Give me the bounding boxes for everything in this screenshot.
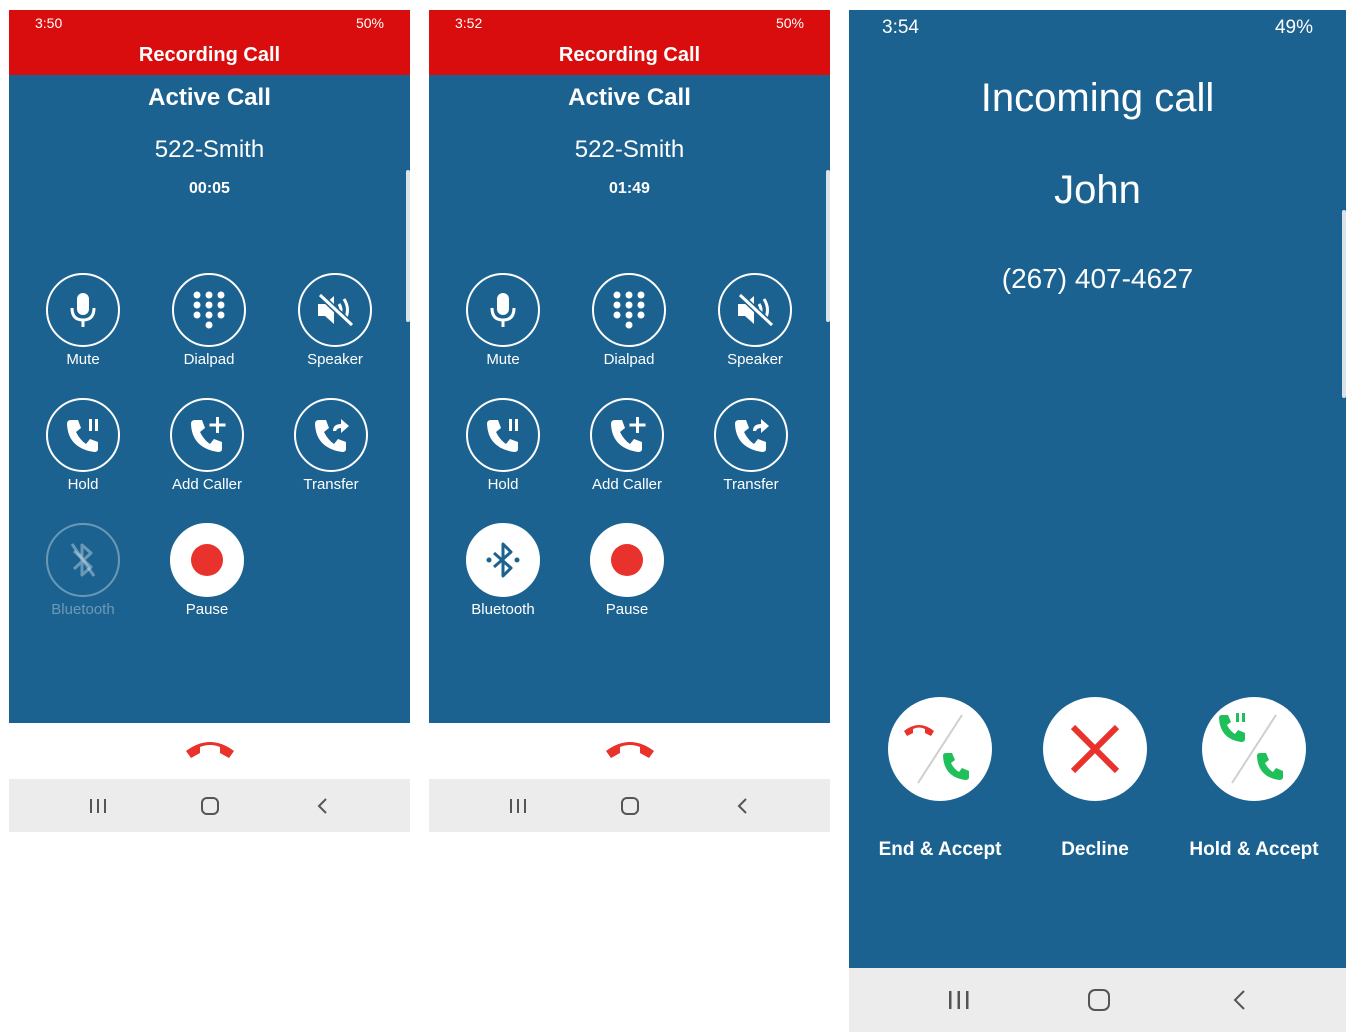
page-title: Active Call — [148, 84, 271, 111]
incoming-call-screen: 3:54 49% Incoming call John (267) 407-46… — [849, 10, 1346, 1032]
hold-button[interactable]: Hold — [443, 398, 563, 493]
hold-accept-button[interactable]: Hold & Accept — [1179, 697, 1329, 861]
dialpad-label: Dialpad — [183, 351, 235, 368]
microphone-icon — [70, 293, 96, 327]
mute-label: Mute — [66, 351, 100, 368]
bluetooth-label: Bluetooth — [471, 601, 535, 618]
bluetooth-icon — [70, 543, 96, 577]
page-title: Incoming call — [980, 76, 1215, 120]
recents-icon[interactable] — [948, 990, 970, 1010]
transfer-label: Transfer — [723, 476, 779, 493]
system-nav-bar — [9, 779, 410, 832]
speaker-muted-icon — [317, 292, 355, 328]
active-call-screen-2: 3:52 50% Recording Call Active Call 522-… — [429, 10, 830, 832]
phone-hold-icon — [67, 419, 98, 452]
home-icon[interactable] — [200, 796, 220, 816]
status-bar: 3:54 49% — [849, 10, 1346, 38]
back-icon[interactable] — [736, 797, 748, 815]
transfer-button[interactable]: Transfer — [691, 398, 811, 493]
system-nav-bar — [849, 968, 1346, 1032]
phone-transfer-icon — [315, 419, 349, 452]
pause-recording-button[interactable]: Pause — [147, 523, 267, 618]
microphone-icon — [490, 293, 516, 327]
scrollbar[interactable] — [406, 170, 410, 322]
add-caller-label: Add Caller — [591, 476, 663, 493]
status-time: 3:52 — [455, 15, 483, 31]
battery-level: 50% — [355, 15, 384, 31]
call-timer: 00:05 — [189, 180, 230, 197]
dialpad-button[interactable]: Dialpad — [149, 273, 269, 368]
add-caller-label: Add Caller — [171, 476, 243, 493]
scrollbar[interactable] — [1342, 210, 1346, 398]
dialpad-button[interactable]: Dialpad — [569, 273, 689, 368]
battery-level: 50% — [775, 15, 804, 31]
speaker-label: Speaker — [307, 351, 363, 368]
active-call-screen-1: 3:50 50% Recording Call Active Call 522-… — [9, 10, 410, 832]
phone-add-icon — [191, 417, 226, 452]
status-time: 3:50 — [35, 15, 63, 31]
end-call-bar — [429, 723, 830, 779]
call-timer: 01:49 — [609, 180, 650, 197]
dialpad-icon — [193, 291, 225, 329]
dialpad-icon — [613, 291, 645, 329]
mute-button[interactable]: Mute — [23, 273, 143, 368]
recording-label: Recording Call — [558, 44, 701, 66]
caller-name: John — [1054, 168, 1141, 212]
status-bar: 3:52 50% — [429, 10, 830, 38]
hold-label: Hold — [67, 476, 99, 493]
speaker-muted-icon — [737, 292, 775, 328]
bluetooth-button[interactable]: Bluetooth — [23, 523, 143, 618]
home-icon[interactable] — [1087, 988, 1111, 1012]
transfer-label: Transfer — [303, 476, 359, 493]
decline-label: Decline — [1061, 839, 1129, 860]
decline-button[interactable]: Decline — [1020, 697, 1170, 861]
page-title: Active Call — [568, 84, 691, 111]
status-bar: 3:50 50% — [9, 10, 410, 38]
scrollbar[interactable] — [826, 170, 830, 322]
dialpad-label: Dialpad — [603, 351, 655, 368]
end-accept-label: End & Accept — [878, 839, 1002, 860]
status-time: 3:54 — [882, 17, 919, 38]
hangup-icon[interactable] — [184, 737, 236, 759]
hold-and-accept-icon — [1219, 713, 1283, 784]
recents-icon[interactable] — [89, 798, 107, 814]
battery-level: 49% — [1274, 17, 1313, 38]
speaker-label: Speaker — [727, 351, 783, 368]
add-caller-button[interactable]: Add Caller — [147, 398, 267, 493]
add-caller-button[interactable]: Add Caller — [567, 398, 687, 493]
end-accept-button[interactable]: End & Accept — [865, 697, 1015, 861]
phone-add-icon — [611, 417, 646, 452]
speaker-button[interactable]: Speaker — [275, 273, 395, 368]
hold-label: Hold — [487, 476, 519, 493]
pause-label: Pause — [605, 601, 649, 618]
hold-accept-label: Hold & Accept — [1189, 839, 1319, 860]
caller-number: (267) 407-4627 — [1001, 263, 1194, 294]
mute-button[interactable]: Mute — [443, 273, 563, 368]
bluetooth-label: Bluetooth — [51, 601, 115, 618]
bluetooth-icon — [486, 542, 520, 578]
phone-transfer-icon — [735, 419, 769, 452]
end-and-accept-icon — [904, 714, 969, 784]
transfer-button[interactable]: Transfer — [271, 398, 391, 493]
hold-button[interactable]: Hold — [23, 398, 143, 493]
recents-icon[interactable] — [509, 798, 527, 814]
pause-recording-button[interactable]: Pause — [567, 523, 687, 618]
pause-label: Pause — [185, 601, 229, 618]
speaker-button[interactable]: Speaker — [695, 273, 815, 368]
mute-label: Mute — [486, 351, 520, 368]
hangup-icon[interactable] — [604, 737, 656, 759]
recording-label: Recording Call — [138, 44, 281, 66]
back-icon[interactable] — [316, 797, 328, 815]
bluetooth-button[interactable]: Bluetooth — [443, 523, 563, 618]
end-call-bar — [9, 723, 410, 779]
phone-hold-icon — [487, 419, 518, 452]
record-icon — [191, 544, 223, 576]
back-icon[interactable] — [1232, 989, 1246, 1011]
system-nav-bar — [429, 779, 830, 832]
record-icon — [611, 544, 643, 576]
caller-name: 522-Smith — [154, 136, 265, 163]
close-icon — [1070, 724, 1120, 774]
caller-name: 522-Smith — [574, 136, 685, 163]
home-icon[interactable] — [620, 796, 640, 816]
